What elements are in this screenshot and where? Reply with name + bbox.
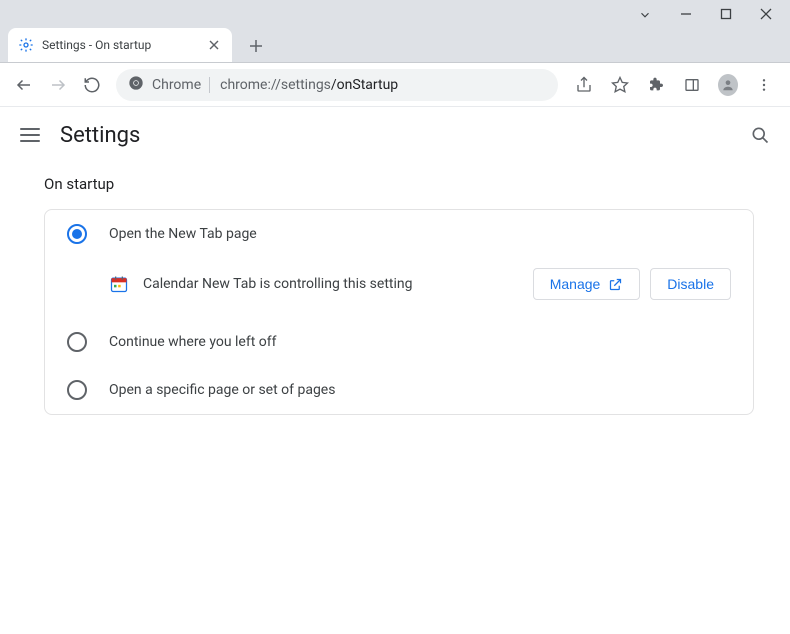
bookmark-star-icon[interactable] bbox=[610, 75, 630, 95]
manage-button-label: Manage bbox=[550, 276, 601, 292]
radio-specific-pages[interactable]: Open a specific page or set of pages bbox=[45, 366, 753, 414]
radio-icon bbox=[67, 224, 87, 244]
radio-label: Continue where you left off bbox=[109, 334, 277, 350]
settings-header: Settings bbox=[0, 107, 790, 163]
radio-label: Open the New Tab page bbox=[109, 226, 257, 242]
startup-card: Open the New Tab page Calendar New Tab i… bbox=[44, 209, 754, 415]
omnibox[interactable]: Chrome chrome://settings/onStartup bbox=[116, 69, 558, 101]
section-title: On startup bbox=[44, 175, 754, 193]
extension-notice: Calendar New Tab is controlling this set… bbox=[45, 258, 753, 318]
side-panel-icon[interactable] bbox=[682, 75, 702, 95]
tab-strip: Settings - On startup bbox=[0, 26, 790, 62]
url-path: /onStartup bbox=[331, 77, 398, 93]
omnibox-divider bbox=[209, 77, 210, 93]
toolbar-icons bbox=[568, 75, 780, 95]
radio-open-new-tab[interactable]: Open the New Tab page bbox=[45, 210, 753, 258]
tab-close-icon[interactable] bbox=[206, 36, 222, 54]
share-icon[interactable] bbox=[574, 75, 594, 95]
window-close-icon[interactable] bbox=[760, 8, 772, 26]
chrome-logo-icon bbox=[128, 75, 144, 95]
calendar-extension-icon bbox=[109, 274, 129, 294]
extension-notice-text: Calendar New Tab is controlling this set… bbox=[143, 276, 519, 292]
hamburger-menu-icon[interactable] bbox=[20, 125, 40, 145]
radio-icon bbox=[67, 380, 87, 400]
window-minimize-icon[interactable] bbox=[680, 8, 692, 26]
back-button[interactable] bbox=[10, 71, 38, 99]
extensions-icon[interactable] bbox=[646, 75, 666, 95]
forward-button[interactable] bbox=[44, 71, 72, 99]
manage-button[interactable]: Manage bbox=[533, 268, 641, 300]
radio-icon bbox=[67, 332, 87, 352]
new-tab-button[interactable] bbox=[242, 32, 270, 60]
window-dropdown-icon[interactable] bbox=[638, 8, 652, 26]
gear-icon bbox=[18, 37, 34, 53]
omnibox-security: Chrome bbox=[128, 75, 210, 95]
page-title: Settings bbox=[60, 123, 140, 148]
kebab-menu-icon[interactable] bbox=[754, 75, 774, 95]
window-controls bbox=[0, 0, 790, 26]
radio-label: Open a specific page or set of pages bbox=[109, 382, 335, 398]
disable-button[interactable]: Disable bbox=[650, 268, 731, 300]
browser-chrome: Settings - On startup bbox=[0, 0, 790, 63]
settings-content: On startup Open the New Tab page Calenda… bbox=[0, 163, 790, 415]
tab-settings[interactable]: Settings - On startup bbox=[8, 28, 232, 62]
url-host: chrome://settings bbox=[220, 77, 331, 93]
search-icon[interactable] bbox=[750, 125, 770, 145]
tab-title: Settings - On startup bbox=[42, 38, 198, 52]
radio-continue[interactable]: Continue where you left off bbox=[45, 318, 753, 366]
profile-avatar-icon[interactable] bbox=[718, 75, 738, 95]
window-maximize-icon[interactable] bbox=[720, 8, 732, 26]
disable-button-label: Disable bbox=[667, 276, 714, 292]
reload-button[interactable] bbox=[78, 71, 106, 99]
omnibox-url: chrome://settings/onStartup bbox=[220, 77, 398, 93]
omnibox-scheme-label: Chrome bbox=[152, 77, 201, 93]
open-external-icon bbox=[608, 277, 623, 292]
address-bar: Chrome chrome://settings/onStartup bbox=[0, 63, 790, 107]
